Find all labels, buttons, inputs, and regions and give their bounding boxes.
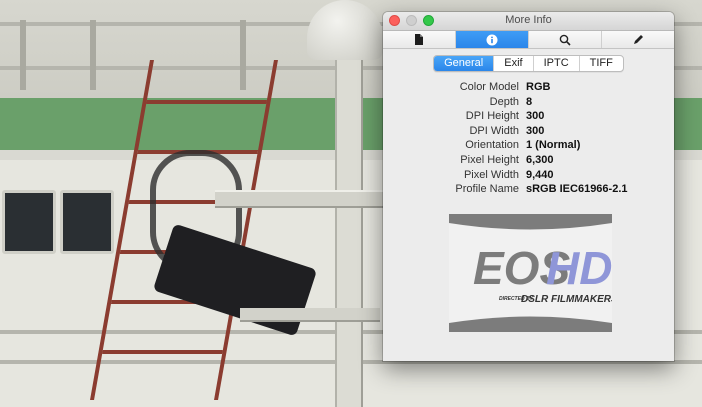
property-label: Pixel Width [463,168,519,181]
more-info-window: More Info General Exif IPTC TIFF Color M… [383,12,674,361]
property-row: Profile Name sRGB IEC61966-2.1 [383,182,674,197]
tab-general-info[interactable] [456,31,529,48]
ship-window [2,190,56,254]
property-row: DPI Height 300 [383,109,674,124]
metadata-segment-wrap: General Exif IPTC TIFF [383,55,674,72]
mast-arm [240,308,380,322]
property-value: 300 [526,110,545,123]
segment-tiff[interactable]: TIFF [580,56,623,71]
property-label: DPI Width [469,124,519,137]
segment-general[interactable]: General [434,56,495,71]
logo-text-hd: HD [546,242,612,294]
logo-tagline: DSLR FILMMAKERS [521,294,612,305]
property-value: sRGB IEC61966-2.1 [526,183,628,196]
segment-exif[interactable]: Exif [494,56,534,71]
info-icon [486,34,498,45]
property-row: Depth 8 [383,95,674,110]
property-row: Color Model RGB [383,80,674,95]
tab-file-info[interactable] [383,31,456,48]
metadata-segmented-control: General Exif IPTC TIFF [433,55,624,72]
title-bar[interactable]: More Info [383,12,674,31]
property-label: Depth [489,95,519,108]
ship-post [20,20,26,90]
window-title: More Info [505,14,552,26]
property-value: 8 [526,95,533,108]
segment-iptc[interactable]: IPTC [534,56,580,71]
mast-arm [215,190,395,208]
ship-mast [335,40,363,407]
property-label: Color Model [459,81,519,93]
pencil-icon [634,34,643,44]
property-row: Pixel Width 9,440 [383,168,674,183]
property-value: 300 [526,124,545,137]
property-label: DPI Height [465,110,519,123]
eoshd-logo-thumbnail: EOS HD DIRECTED BY DSLR FILMMAKERS [449,214,612,332]
property-value: 6,300 [526,153,554,166]
ship-window [60,190,114,254]
property-row: DPI Width 300 [383,124,674,139]
tab-keywords[interactable] [529,31,602,48]
property-list: Color Model RGB Depth 8 DPI Height 300 DPI … [383,80,674,197]
magnifier-icon [559,34,571,46]
property-label: Profile Name [455,183,519,196]
property-row: Pixel Height 6,300 [383,153,674,168]
radar-dome [307,0,383,60]
property-value: 9,440 [526,168,554,181]
property-label: Orientation [465,139,519,152]
property-value: 1 (Normal) [526,139,581,152]
tab-annotations[interactable] [602,31,674,48]
document-icon [415,34,423,45]
inspector-toolbar [383,31,674,49]
property-label: Pixel Height [460,153,519,166]
ship-post [90,20,96,90]
property-value: RGB [526,81,551,93]
property-row: Orientation 1 (Normal) [383,138,674,153]
